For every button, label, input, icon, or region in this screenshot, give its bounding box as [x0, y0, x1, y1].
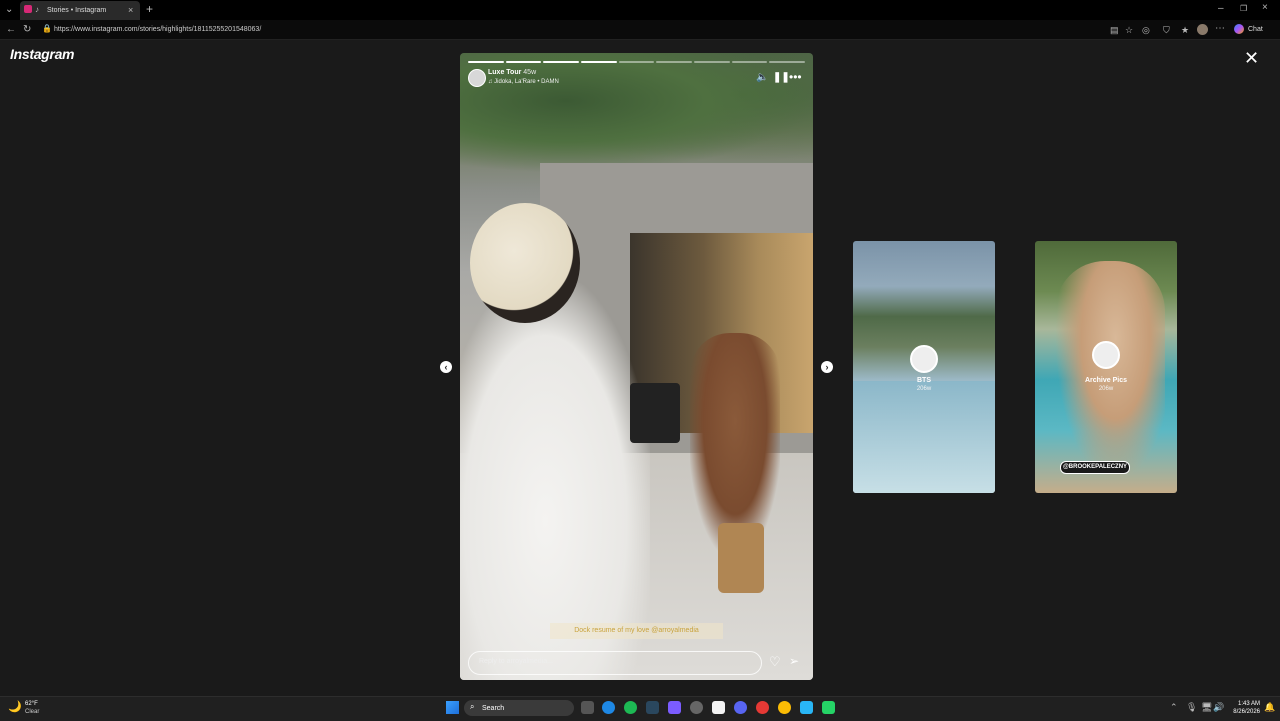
- new-tab-icon[interactable]: +: [146, 3, 153, 15]
- browser-tab[interactable]: ♪ Stories • Instagram ×: [20, 1, 140, 20]
- story-stool: [718, 523, 764, 593]
- tray-expand-icon[interactable]: ⌃: [1170, 701, 1178, 713]
- highlight-age: 206w: [916, 386, 932, 392]
- favorite-icon[interactable]: ☆: [1125, 24, 1133, 36]
- spotify-icon[interactable]: [624, 701, 637, 714]
- highlight-model-image: [1055, 261, 1165, 481]
- notifications-icon[interactable]: 🔔: [1264, 701, 1275, 713]
- profile-avatar[interactable]: [1197, 24, 1208, 35]
- highlight-preview-archive-pics[interactable]: Archive Pics 206w @BROOKEPALECZNY: [1035, 241, 1177, 493]
- reader-icon[interactable]: ▤: [1110, 24, 1119, 36]
- story-time-ago: 45w: [523, 69, 537, 76]
- chrome-icon[interactable]: [778, 701, 791, 714]
- story-audio-label[interactable]: ♫ Jidoka, La'Rare • DAMN: [488, 79, 559, 85]
- story-viewer[interactable]: Luxe Tour 45w ♫ Jidoka, La'Rare • DAMN 🔈…: [460, 53, 813, 680]
- more-icon[interactable]: •••: [789, 70, 802, 84]
- weather-moon-icon[interactable]: 🌙: [8, 700, 22, 713]
- taskbar-search-label: Search: [482, 705, 505, 712]
- volume-icon[interactable]: 🔊: [1213, 701, 1224, 713]
- windows-start-icon[interactable]: [446, 701, 459, 714]
- taskbar-clock[interactable]: 1:43 AM 8/26/2026: [1226, 700, 1260, 716]
- story-progress-segment: [618, 61, 655, 63]
- url-field[interactable]: 🔒 https://www.instagram.com/stories/high…: [40, 22, 1100, 37]
- maximize-icon[interactable]: ❐: [1240, 3, 1247, 15]
- highlight-pool-image: [853, 381, 995, 493]
- minimize-icon[interactable]: –: [1218, 3, 1224, 15]
- app-red-icon[interactable]: [756, 701, 769, 714]
- close-tab-icon[interactable]: ×: [128, 4, 133, 16]
- shield-icon[interactable]: ⛉: [1163, 24, 1170, 36]
- windows-taskbar: [0, 696, 1280, 721]
- extension-icon[interactable]: ◎: [1142, 24, 1150, 36]
- instagram-logo[interactable]: Instagram: [10, 46, 75, 62]
- calendar-icon[interactable]: [712, 701, 725, 714]
- story-caption-sticker: Dock resume of my love @arroyalmedia: [550, 623, 723, 639]
- send-icon[interactable]: ➢: [789, 654, 799, 668]
- story-camera: [630, 383, 680, 443]
- clock-date: 8/26/2026: [1233, 709, 1260, 715]
- story-progress-segment: [694, 61, 730, 63]
- tab-actions-icon[interactable]: ⌄: [5, 4, 13, 16]
- story-user-avatar[interactable]: [468, 69, 486, 87]
- window-close-icon[interactable]: ×: [1262, 2, 1268, 14]
- chat-label[interactable]: Chat: [1248, 25, 1263, 34]
- clock-time: 1:43 AM: [1237, 701, 1260, 707]
- taskbar-search[interactable]: ⌕ Search: [464, 700, 574, 716]
- browser-tab-bar: [0, 0, 1280, 20]
- story-progress-segment: [656, 61, 692, 63]
- instagram-favicon-icon: [24, 5, 32, 13]
- site-info-icon[interactable]: 🔒: [42, 23, 52, 35]
- highlight-avatar: [910, 345, 938, 373]
- url-text: https://www.instagram.com/stories/highli…: [54, 26, 262, 33]
- story-progress-segment: [769, 61, 805, 63]
- weather-desc: Clear: [25, 709, 40, 715]
- story-model-figure: [690, 333, 780, 553]
- mic-icon[interactable]: 🎙: [1186, 701, 1197, 713]
- audio-playing-icon[interactable]: ♪: [35, 4, 39, 16]
- edge-icon[interactable]: [602, 701, 615, 714]
- network-icon[interactable]: 🖥: [1201, 701, 1212, 713]
- whatsapp-icon[interactable]: [822, 701, 835, 714]
- back-icon[interactable]: ←: [6, 24, 16, 36]
- story-progress-segment: [543, 61, 579, 63]
- discord-icon[interactable]: [734, 701, 747, 714]
- next-story-button[interactable]: ›: [821, 361, 833, 373]
- highlight-avatar: [1092, 341, 1120, 369]
- favorites-icon[interactable]: ★: [1181, 24, 1189, 36]
- story-username-text[interactable]: Luxe Tour: [488, 69, 521, 76]
- steam-icon[interactable]: [646, 701, 659, 714]
- highlight-preview-bts[interactable]: BTS 206w: [853, 241, 995, 493]
- reply-input[interactable]: Reply to arroyalmedia...: [468, 651, 762, 675]
- story-progress-segment: [505, 61, 542, 63]
- heart-icon[interactable]: ♡: [769, 654, 781, 670]
- reply-placeholder: Reply to arroyalmedia...: [479, 658, 553, 665]
- story-username[interactable]: Luxe Tour 45w: [488, 69, 536, 76]
- story-progress-segment: [468, 61, 504, 63]
- copilot-taskbar-icon[interactable]: [668, 701, 681, 714]
- notepad-icon[interactable]: [800, 701, 813, 714]
- highlight-age: 206w: [1098, 386, 1114, 392]
- previous-story-button[interactable]: ‹: [440, 361, 452, 373]
- pause-icon[interactable]: ❚❚: [773, 72, 790, 83]
- story-progress-segment: [731, 61, 768, 63]
- story-audio-text: Jidoka, La'Rare • DAMN: [494, 79, 559, 85]
- highlight-title: Archive Pics: [1084, 377, 1128, 384]
- story-photographer-cap: [470, 203, 580, 323]
- refresh-icon[interactable]: ↻: [23, 24, 31, 36]
- mute-icon[interactable]: 🔈: [756, 72, 768, 83]
- highlight-title: BTS: [917, 377, 931, 384]
- tab-title: Stories • Instagram: [47, 7, 107, 14]
- close-icon[interactable]: ✕: [1244, 49, 1259, 67]
- story-photographer-figure: [460, 283, 650, 680]
- story-progress-segment: [581, 61, 617, 63]
- menu-dots-icon[interactable]: ⋯: [1215, 23, 1225, 35]
- task-view-icon[interactable]: [581, 701, 594, 714]
- highlight-mention-tag: @BROOKEPALECZNY: [1060, 461, 1130, 474]
- copilot-icon[interactable]: [1234, 24, 1244, 34]
- app-icon[interactable]: [690, 701, 703, 714]
- story-caption-text: Dock resume of my love @arroyalmedia: [574, 627, 699, 634]
- search-icon: ⌕: [470, 702, 475, 711]
